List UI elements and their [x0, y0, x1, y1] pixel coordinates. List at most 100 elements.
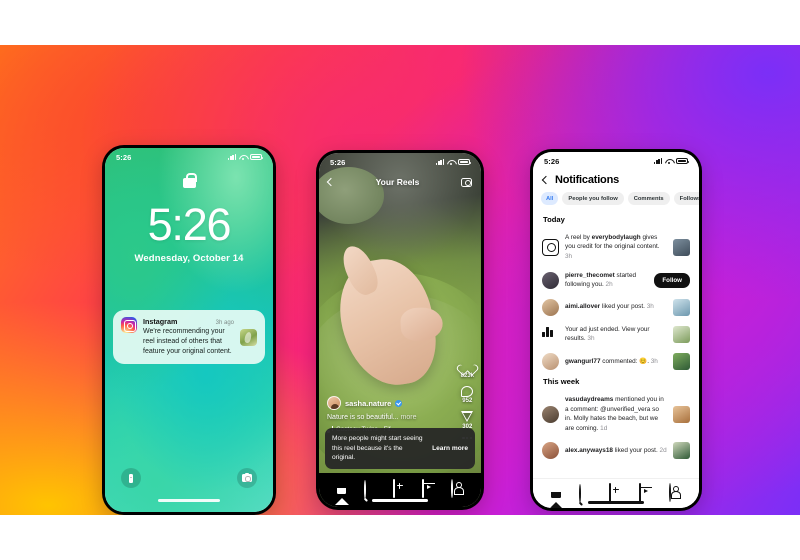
caption-text: Nature is so beautiful... [327, 414, 399, 421]
notification-thumbnail [240, 328, 257, 346]
text-body: liked your post. [600, 303, 645, 311]
nav-search-button[interactable] [363, 480, 378, 499]
nav-create-button[interactable] [392, 479, 407, 498]
flashlight-button[interactable] [121, 468, 141, 488]
filter-chips: All People you follow Comments Follows [533, 192, 699, 212]
status-bar-reel: 5:26 [319, 153, 481, 171]
avatar[interactable] [542, 298, 559, 316]
battery-icon [458, 159, 472, 165]
lock-icon [182, 172, 197, 188]
home-indicator[interactable] [158, 499, 220, 502]
timestamp: 3h [565, 252, 573, 260]
timestamp: 1d [600, 424, 608, 432]
timestamp: 3h [650, 357, 658, 365]
section-heading-today: Today [543, 215, 565, 225]
status-time: 5:26 [544, 156, 560, 166]
learn-more-button[interactable]: Learn more [432, 445, 468, 452]
status-bar-lock: 5:26 [105, 148, 273, 166]
signal-icon [436, 159, 444, 165]
avatar[interactable] [542, 271, 559, 289]
timestamp: 3h [646, 303, 654, 311]
camera-icon [242, 472, 252, 482]
reel-header-title: Your Reels [375, 177, 420, 187]
share-button[interactable]: 302 [461, 411, 474, 430]
filter-chip-follows[interactable]: Follows [673, 192, 699, 206]
post-thumbnail[interactable] [673, 238, 690, 256]
status-time: 5:26 [116, 152, 132, 162]
gradient-background: 5:26 5:26 Wednesday, October 14 Instagra… [0, 45, 800, 515]
nav-home-button[interactable] [549, 484, 563, 508]
post-thumbnail[interactable] [673, 405, 690, 423]
notification-row[interactable]: aimi.allover liked your post. 3h [533, 294, 699, 320]
status-time: 5:26 [330, 157, 346, 167]
timestamp: 2h [605, 281, 613, 289]
home-indicator[interactable] [372, 499, 428, 502]
timestamp: 3h [587, 335, 595, 343]
battery-icon [676, 158, 690, 164]
camera-button[interactable] [237, 468, 257, 488]
back-icon[interactable] [541, 175, 551, 185]
text-prefix: A reel by [565, 233, 592, 241]
instagram-notification-card[interactable]: Instagram 3h ago We're recommending your… [113, 310, 265, 365]
notification-time: 3h ago [215, 320, 234, 326]
notification-row[interactable]: vasudaydreams mentioned you in a comment… [533, 390, 699, 437]
post-thumbnail[interactable] [673, 352, 690, 370]
phone-notifications-screen: 5:26 Notifications All People you follow… [530, 149, 702, 511]
battery-icon [250, 154, 264, 160]
notification-app-name: Instagram [143, 317, 178, 326]
notification-text: A reel by everybodylaugh gives you credi… [565, 233, 667, 262]
verified-badge-icon [395, 399, 403, 407]
reel-author[interactable]: sasha.nature [327, 396, 437, 410]
wifi-icon [239, 154, 247, 160]
notification-text: pierre_thecomet started following you. 2… [565, 271, 648, 290]
notification-row[interactable]: pierre_thecomet started following you. 2… [533, 266, 699, 294]
avatar[interactable] [542, 442, 559, 460]
post-thumbnail[interactable] [673, 442, 690, 460]
notification-row[interactable]: A reel by everybodylaugh gives you credi… [533, 228, 699, 266]
avatar[interactable] [542, 405, 559, 423]
heart-icon [461, 359, 474, 371]
chart-icon [542, 326, 559, 343]
phone-reel-screen: 5:26 Your Reels 823k 952 302 sasha.natur… [316, 150, 484, 510]
nav-create-button[interactable] [609, 483, 623, 502]
page-title: Notifications [555, 174, 620, 186]
notification-row[interactable]: Your ad just ended. View your results. 3… [533, 320, 699, 348]
text-body: Your ad just ended. View your results. [565, 325, 650, 343]
reel-username: sasha.nature [345, 398, 392, 408]
text-body: commented: 😊. [600, 357, 649, 365]
signal-icon [654, 158, 662, 164]
phone-lock-screen: 5:26 5:26 Wednesday, October 14 Instagra… [102, 145, 276, 515]
caption-more-link[interactable]: more [401, 414, 417, 421]
follow-button[interactable]: Follow [654, 272, 690, 288]
lock-date: Wednesday, October 14 [134, 253, 244, 264]
comment-button[interactable]: 952 [461, 385, 474, 404]
notification-text: We're recommending your reel instead of … [143, 328, 232, 356]
nav-reels-button[interactable] [639, 483, 653, 502]
nav-home-button[interactable] [334, 480, 349, 505]
camera-icon[interactable] [461, 177, 472, 187]
filter-chip-comments[interactable]: Comments [627, 192, 670, 206]
post-thumbnail[interactable] [673, 298, 690, 316]
original-content-banner: More people might start seeing this reel… [325, 428, 475, 469]
reel-caption[interactable]: Nature is so beautiful... more [327, 414, 437, 421]
notification-row[interactable]: alex.anyways18 liked your post. 2d [533, 438, 699, 464]
notification-text: vasudaydreams mentioned you in a comment… [565, 395, 667, 433]
status-bar-notifications: 5:26 [533, 152, 699, 170]
nav-search-button[interactable] [579, 484, 593, 503]
nav-reels-button[interactable] [422, 479, 436, 498]
username: aimi.allover [565, 303, 601, 311]
nav-profile-button[interactable] [669, 483, 683, 502]
filter-chip-all[interactable]: All [541, 192, 559, 206]
notification-text: aimi.allover liked your post. 3h [565, 302, 667, 312]
home-indicator[interactable] [588, 501, 644, 504]
status-icons [654, 158, 690, 164]
like-button[interactable]: 823k [461, 359, 474, 379]
notifications-screen: 5:26 Notifications All People you follow… [533, 152, 699, 508]
filter-chip-people-you-follow[interactable]: People you follow [562, 192, 624, 206]
instagram-icon [121, 317, 137, 333]
notification-row[interactable]: gwangurl77 commented: 😊. 3h [533, 348, 699, 374]
post-thumbnail[interactable] [673, 325, 690, 343]
avatar[interactable] [542, 352, 559, 370]
username: gwangurl77 [565, 357, 601, 365]
nav-profile-button[interactable] [451, 479, 465, 498]
